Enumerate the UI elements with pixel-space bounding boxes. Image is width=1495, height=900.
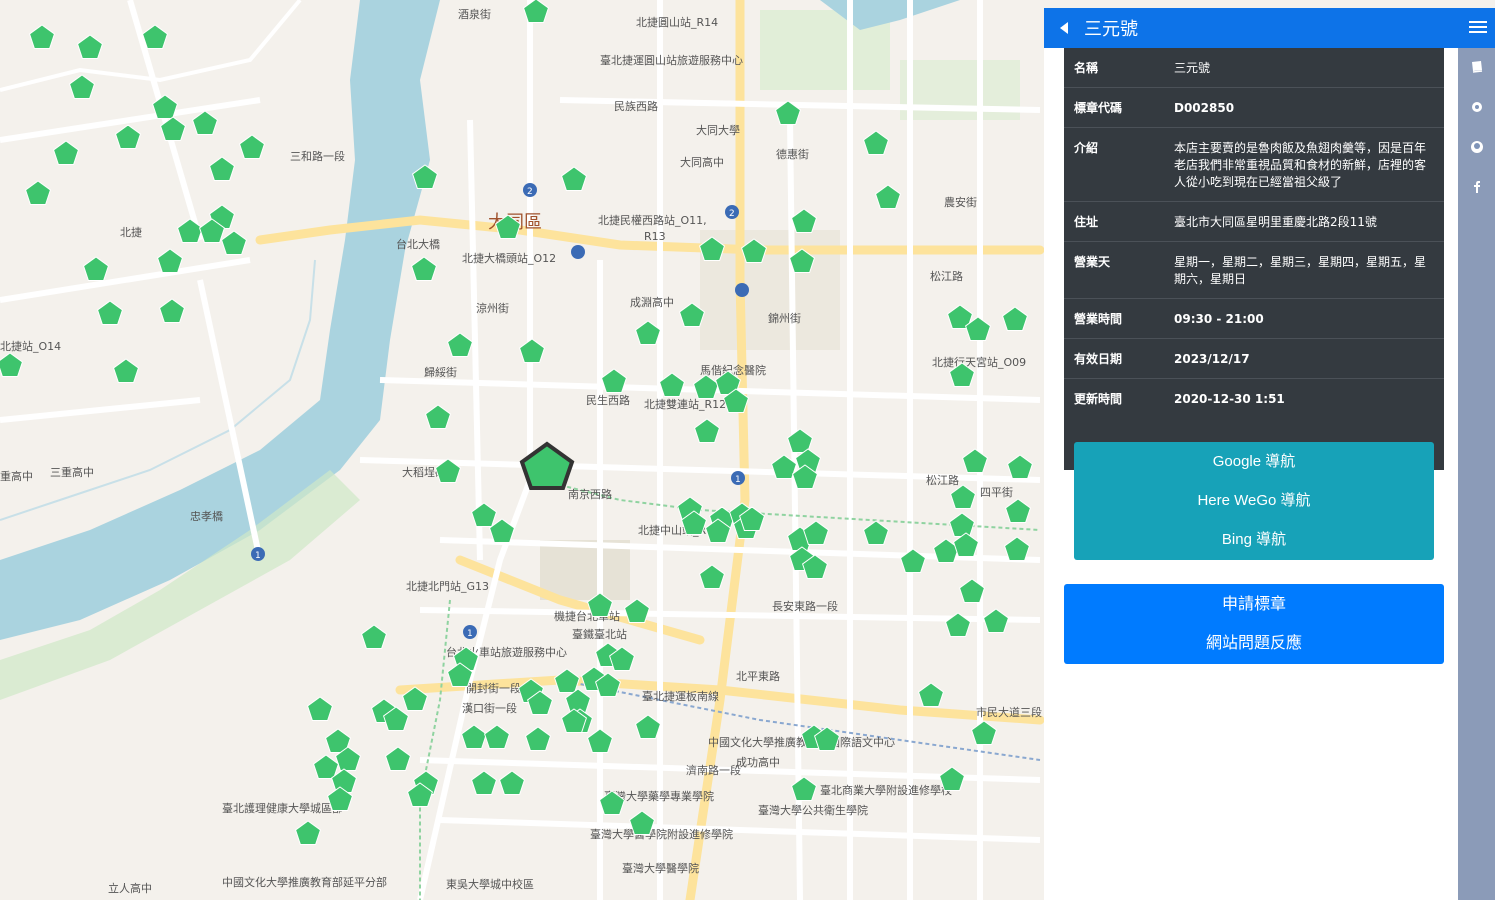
info-table: 名稱 三元號 標章代碼 D002850 介紹 本店主要賣的是魯肉飯及魚翅肉羹等，… <box>1064 48 1444 470</box>
svg-text:市民大道三段: 市民大道三段 <box>976 705 1042 719</box>
svg-text:2: 2 <box>527 187 533 197</box>
svg-text:大同大學: 大同大學 <box>696 123 740 137</box>
svg-text:北捷大橋頭站_O12: 北捷大橋頭站_O12 <box>462 251 556 265</box>
svg-text:成淵高中: 成淵高中 <box>630 295 674 309</box>
apply-badge-button[interactable]: 申請標章 <box>1064 584 1444 623</box>
svg-text:臺灣大學公共衛生學院: 臺灣大學公共衛生學院 <box>758 803 868 817</box>
svg-text:2: 2 <box>729 209 735 219</box>
field-value: 臺北市大同區星明里重慶北路2段11號 <box>1174 215 1377 229</box>
side-toolbar <box>1458 48 1495 900</box>
svg-text:農安街: 農安街 <box>944 195 977 209</box>
info-row-intro: 介紹 本店主要賣的是魯肉飯及魚翅肉羹等，因是百年老店我們非常重視品質和食材的新鮮… <box>1064 127 1444 201</box>
feedback-button[interactable]: 網站問題反應 <box>1064 623 1444 662</box>
svg-text:北捷圓山站_R14: 北捷圓山站_R14 <box>636 15 718 29</box>
svg-text:濟南路一段: 濟南路一段 <box>686 763 741 777</box>
svg-text:錦州街: 錦州街 <box>768 311 801 325</box>
svg-text:松江路: 松江路 <box>930 269 963 283</box>
svg-text:北捷站_O14: 北捷站_O14 <box>0 339 61 353</box>
herewego-nav-button[interactable]: Here WeGo 導航 <box>1074 481 1434 520</box>
info-row-address: 住址 臺北市大同區星明里重慶北路2段11號 <box>1064 201 1444 241</box>
action-buttons: 申請標章 網站問題反應 <box>1064 584 1444 664</box>
svg-text:臺北捷運板南線: 臺北捷運板南線 <box>642 689 719 703</box>
facebook-icon[interactable] <box>1470 180 1484 194</box>
info-row-business-days: 營業天 星期一，星期二，星期三，星期四，星期五，星期六，星期日 <box>1064 241 1444 298</box>
field-label: 更新時間 <box>1074 392 1123 406</box>
svg-text:機捷台北車站: 機捷台北車站 <box>554 609 620 623</box>
field-label: 標章代碼 <box>1074 101 1123 115</box>
field-value: 2023/12/17 <box>1174 352 1250 366</box>
svg-text:臺鐵臺北站: 臺鐵臺北站 <box>572 627 627 641</box>
svg-text:北捷: 北捷 <box>120 225 142 239</box>
svg-text:北捷北門站_G13: 北捷北門站_G13 <box>406 579 489 593</box>
svg-text:民族西路: 民族西路 <box>614 99 658 113</box>
svg-text:南京西路: 南京西路 <box>568 487 612 501</box>
svg-text:臺北商業大學附設進修學校: 臺北商業大學附設進修學校 <box>820 783 952 797</box>
info-row-business-hours: 營業時間 09:30 - 21:00 <box>1064 298 1444 338</box>
svg-text:東吳大學城中校區: 東吳大學城中校區 <box>446 877 534 891</box>
svg-text:中國文化大學推廣教育部國際語文中心: 中國文化大學推廣教育部國際語文中心 <box>708 735 895 749</box>
navigation-buttons: Google 導航 Here WeGo 導航 Bing 導航 <box>1074 442 1434 560</box>
svg-text:成功高中: 成功高中 <box>736 755 780 769</box>
svg-text:忠孝橋: 忠孝橋 <box>190 509 223 523</box>
detail-panel: 三元號 名稱 三元號 標章代碼 D002850 介紹 本店主要賣的是魯肉飯及魚翅… <box>1044 8 1495 900</box>
field-value: 本店主要賣的是魯肉飯及魚翅肉羹等，因是百年老店我們非常重視品質和食材的新鮮，店裡… <box>1174 141 1427 189</box>
panel-header: 三元號 <box>1044 8 1495 48</box>
svg-text:R13: R13 <box>644 230 666 243</box>
svg-text:1: 1 <box>467 629 473 639</box>
svg-text:松江路: 松江路 <box>926 473 959 487</box>
book-icon[interactable] <box>1470 60 1484 74</box>
back-arrow-icon[interactable] <box>1044 8 1084 48</box>
svg-text:台北大橋: 台北大橋 <box>396 237 440 251</box>
field-value: D002850 <box>1174 101 1235 115</box>
svg-text:臺北護理健康大學城區部: 臺北護理健康大學城區部 <box>222 801 343 815</box>
svg-text:1: 1 <box>735 475 741 485</box>
svg-text:德惠街: 德惠街 <box>776 147 809 161</box>
svg-text:北捷民權西路站_O11,: 北捷民權西路站_O11, <box>598 213 707 227</box>
svg-text:歸綏街: 歸綏街 <box>424 365 457 379</box>
info-row-valid-date: 有效日期 2023/12/17 <box>1064 338 1444 378</box>
svg-text:長安東路一段: 長安東路一段 <box>772 599 838 613</box>
field-value: 星期一，星期二，星期三，星期四，星期五，星期六，星期日 <box>1174 255 1427 286</box>
svg-text:中國文化大學推廣教育部延平分部: 中國文化大學推廣教育部延平分部 <box>222 875 387 889</box>
svg-text:涼州街: 涼州街 <box>476 301 509 315</box>
svg-text:大同高中: 大同高中 <box>680 155 724 169</box>
field-label: 介紹 <box>1074 141 1099 155</box>
panel-title: 三元號 <box>1084 19 1138 40</box>
svg-text:漢口街一段: 漢口街一段 <box>462 701 517 715</box>
svg-text:四平街: 四平街 <box>980 485 1013 499</box>
field-label: 營業時間 <box>1074 312 1123 326</box>
field-label: 住址 <box>1074 215 1099 229</box>
svg-text:臺灣大學醫學院附設進修學院: 臺灣大學醫學院附設進修學院 <box>590 827 733 841</box>
svg-text:臺灣大學醫學院: 臺灣大學醫學院 <box>622 861 699 875</box>
svg-text:北平東路: 北平東路 <box>736 670 780 683</box>
svg-text:三和路一段: 三和路一段 <box>290 149 345 163</box>
svg-text:三重高中: 三重高中 <box>50 465 94 479</box>
google-nav-button[interactable]: Google 導航 <box>1074 442 1434 481</box>
svg-text:1: 1 <box>255 551 261 561</box>
field-label: 名稱 <box>1074 61 1099 75</box>
info-row-name: 名稱 三元號 <box>1064 48 1444 87</box>
field-value: 2020-12-30 1:51 <box>1174 392 1285 406</box>
info-row-updated: 更新時間 2020-12-30 1:51 <box>1064 378 1444 418</box>
svg-text:北捷雙連站_R12: 北捷雙連站_R12 <box>644 397 726 411</box>
field-label: 營業天 <box>1074 255 1111 269</box>
svg-text:開封街一段: 開封街一段 <box>466 681 521 695</box>
svg-text:立人高中: 立人高中 <box>108 881 152 895</box>
svg-text:北捷行天宮站_O09: 北捷行天宮站_O09 <box>932 355 1026 369</box>
svg-text:重高中: 重高中 <box>0 469 33 483</box>
field-label: 有效日期 <box>1074 352 1123 366</box>
bing-nav-button[interactable]: Bing 導航 <box>1074 520 1434 559</box>
field-value: 三元號 <box>1174 61 1211 75</box>
github-icon[interactable] <box>1470 140 1484 154</box>
field-value: 09:30 - 21:00 <box>1174 312 1264 326</box>
gear-icon[interactable] <box>1470 100 1484 114</box>
hamburger-menu-icon[interactable] <box>1469 18 1487 38</box>
svg-text:酒泉街: 酒泉街 <box>458 7 491 21</box>
svg-text:臺北捷運圓山站旅遊服務中心: 臺北捷運圓山站旅遊服務中心 <box>600 53 743 67</box>
svg-text:民生西路: 民生西路 <box>586 393 630 407</box>
info-row-badge-code: 標章代碼 D002850 <box>1064 87 1444 127</box>
